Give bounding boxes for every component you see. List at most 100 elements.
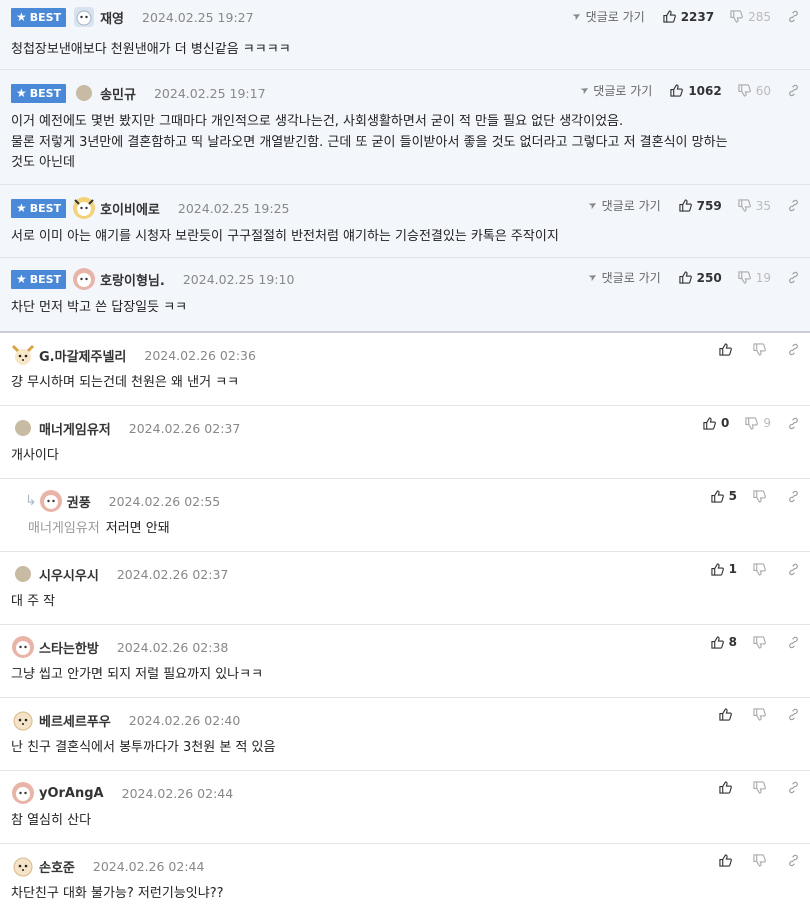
- avatar[interactable]: [39, 489, 63, 513]
- reply-link[interactable]: ➤ 댓글로 가기: [587, 197, 661, 214]
- nickname[interactable]: yOrAngA: [39, 786, 104, 801]
- upvote-button[interactable]: 1: [711, 562, 737, 576]
- upvote-button[interactable]: 250: [679, 271, 722, 285]
- downvote-count: 60: [755, 83, 771, 98]
- nickname[interactable]: 스타는한방: [39, 638, 99, 657]
- avatar[interactable]: [11, 343, 35, 367]
- downvote-count: 19: [755, 270, 771, 285]
- avatar[interactable]: [72, 267, 96, 291]
- link-button[interactable]: [787, 417, 800, 430]
- thumbs-down-icon: [738, 271, 751, 284]
- comment-text: 매너게임유저 저러면 안돼: [28, 519, 799, 540]
- comment-text: 대 주 작: [11, 594, 56, 609]
- avatar[interactable]: [15, 420, 31, 436]
- link-button[interactable]: [787, 271, 800, 284]
- upvote-count: 759: [696, 198, 722, 213]
- nickname[interactable]: 매너게임유저: [39, 419, 111, 438]
- avatar[interactable]: [15, 566, 31, 582]
- thumbs-up-icon: [703, 416, 716, 430]
- link-button[interactable]: [787, 343, 800, 356]
- upvote-button[interactable]: [719, 708, 737, 721]
- send-icon: ➤: [571, 9, 584, 24]
- upvote-count: 2237: [680, 9, 715, 24]
- downvote-button[interactable]: 19: [738, 271, 771, 285]
- reply-link[interactable]: ➤ 댓글로 가기: [571, 8, 645, 25]
- upvote-button[interactable]: [719, 854, 737, 867]
- downvote-button[interactable]: [753, 854, 771, 867]
- nickname[interactable]: 시우시우시: [39, 565, 99, 584]
- nickname[interactable]: 베르세르푸우: [39, 711, 111, 730]
- thumbs-up-icon: [719, 343, 732, 356]
- nickname[interactable]: G.마갈제주넬리: [39, 346, 126, 365]
- upvote-button[interactable]: 5: [711, 489, 737, 503]
- upvote-count: 0: [721, 416, 730, 430]
- link-button[interactable]: [787, 199, 800, 212]
- send-icon: ➤: [578, 83, 592, 98]
- comment-item: 스타는한방 2024.02.26 02:38 8 그냥 씹고 안가면 되지 저럴…: [0, 625, 810, 698]
- downvote-button[interactable]: [753, 562, 771, 576]
- downvote-button[interactable]: 9: [745, 416, 771, 430]
- avatar[interactable]: [72, 5, 96, 29]
- link-icon: [789, 490, 798, 502]
- downvote-button[interactable]: [753, 708, 771, 721]
- link-button[interactable]: [787, 84, 800, 97]
- nickname[interactable]: 송민규: [100, 84, 136, 103]
- thumbs-up-icon: [711, 489, 724, 503]
- upvote-count: 8: [728, 635, 737, 649]
- comment-text: 그냥 씹고 안가면 되지 저럴 필요까지 있나ㅋㅋ: [11, 667, 264, 682]
- avatar[interactable]: [72, 196, 96, 220]
- thumbs-down-icon: [753, 708, 766, 721]
- nickname[interactable]: 권풍: [67, 492, 91, 511]
- link-icon: [789, 563, 798, 575]
- nickname[interactable]: 재영: [100, 8, 124, 27]
- upvote-button[interactable]: 1062: [670, 83, 722, 98]
- thumbs-down-icon: [745, 416, 759, 430]
- thumbs-down-icon: [738, 199, 751, 212]
- comment-list: ★ BEST 재영 2024.02.25 19:27 ➤ 댓글로 가기 2237 2…: [0, 0, 810, 912]
- downvote-button[interactable]: 35: [738, 199, 771, 213]
- link-button[interactable]: [787, 854, 800, 867]
- comment-text: 개사이다: [11, 448, 59, 463]
- downvote-button[interactable]: [753, 343, 771, 356]
- link-button[interactable]: [787, 636, 800, 649]
- reply-link[interactable]: ➤ 댓글로 가기: [587, 269, 661, 286]
- comment-item: ★ BEST 재영 2024.02.25 19:27 ➤ 댓글로 가기 2237 2…: [0, 0, 810, 70]
- thumbs-up-icon: [719, 781, 732, 794]
- avatar[interactable]: [11, 708, 35, 732]
- nickname[interactable]: 호랑이형님.: [100, 270, 165, 289]
- upvote-button[interactable]: 0: [703, 416, 729, 430]
- comment-date: 2024.02.25 19:27: [142, 9, 254, 25]
- nickname[interactable]: 호이비에로: [100, 199, 160, 218]
- link-button[interactable]: [787, 10, 800, 23]
- avatar[interactable]: [11, 854, 35, 878]
- thumbs-up-icon: [719, 708, 732, 721]
- downvote-button[interactable]: 60: [738, 84, 771, 98]
- quoted-nickname[interactable]: 매너게임유저: [28, 521, 100, 536]
- nickname[interactable]: 손호준: [39, 857, 75, 876]
- downvote-button[interactable]: [753, 489, 771, 503]
- link-button[interactable]: [787, 490, 800, 503]
- link-button[interactable]: [787, 563, 800, 576]
- avatar[interactable]: [76, 85, 93, 101]
- downvote-button[interactable]: 285: [730, 10, 771, 24]
- best-badge: ★ BEST: [11, 83, 67, 103]
- comment-item: ★ BEST 호랑이형님. 2024.02.25 19:10 ➤ 댓글로 가기 25…: [0, 258, 810, 333]
- comment-text: 걍 무시하며 되는건데 천원은 왜 낸거 ㅋㅋ: [11, 375, 240, 390]
- link-button[interactable]: [787, 781, 800, 794]
- upvote-button[interactable]: 8: [711, 635, 737, 649]
- downvote-button[interactable]: [753, 635, 771, 649]
- comment-date: 2024.02.26 02:55: [108, 493, 221, 509]
- downvote-button[interactable]: [753, 781, 771, 794]
- avatar[interactable]: [11, 635, 35, 659]
- reply-link[interactable]: ➤ 댓글로 가기: [578, 82, 653, 99]
- link-button[interactable]: [787, 708, 800, 721]
- upvote-button[interactable]: 759: [679, 199, 722, 213]
- upvote-button[interactable]: 2237: [663, 10, 714, 24]
- upvote-button[interactable]: [719, 343, 737, 356]
- comment-item: 시우시우시 2024.02.26 02:37 1 대 주 작: [0, 552, 810, 625]
- upvote-count: 1062: [688, 83, 722, 98]
- upvote-button[interactable]: [719, 781, 737, 794]
- link-icon: [789, 84, 798, 97]
- avatar[interactable]: [11, 781, 35, 805]
- thumbs-down-icon: [738, 84, 751, 97]
